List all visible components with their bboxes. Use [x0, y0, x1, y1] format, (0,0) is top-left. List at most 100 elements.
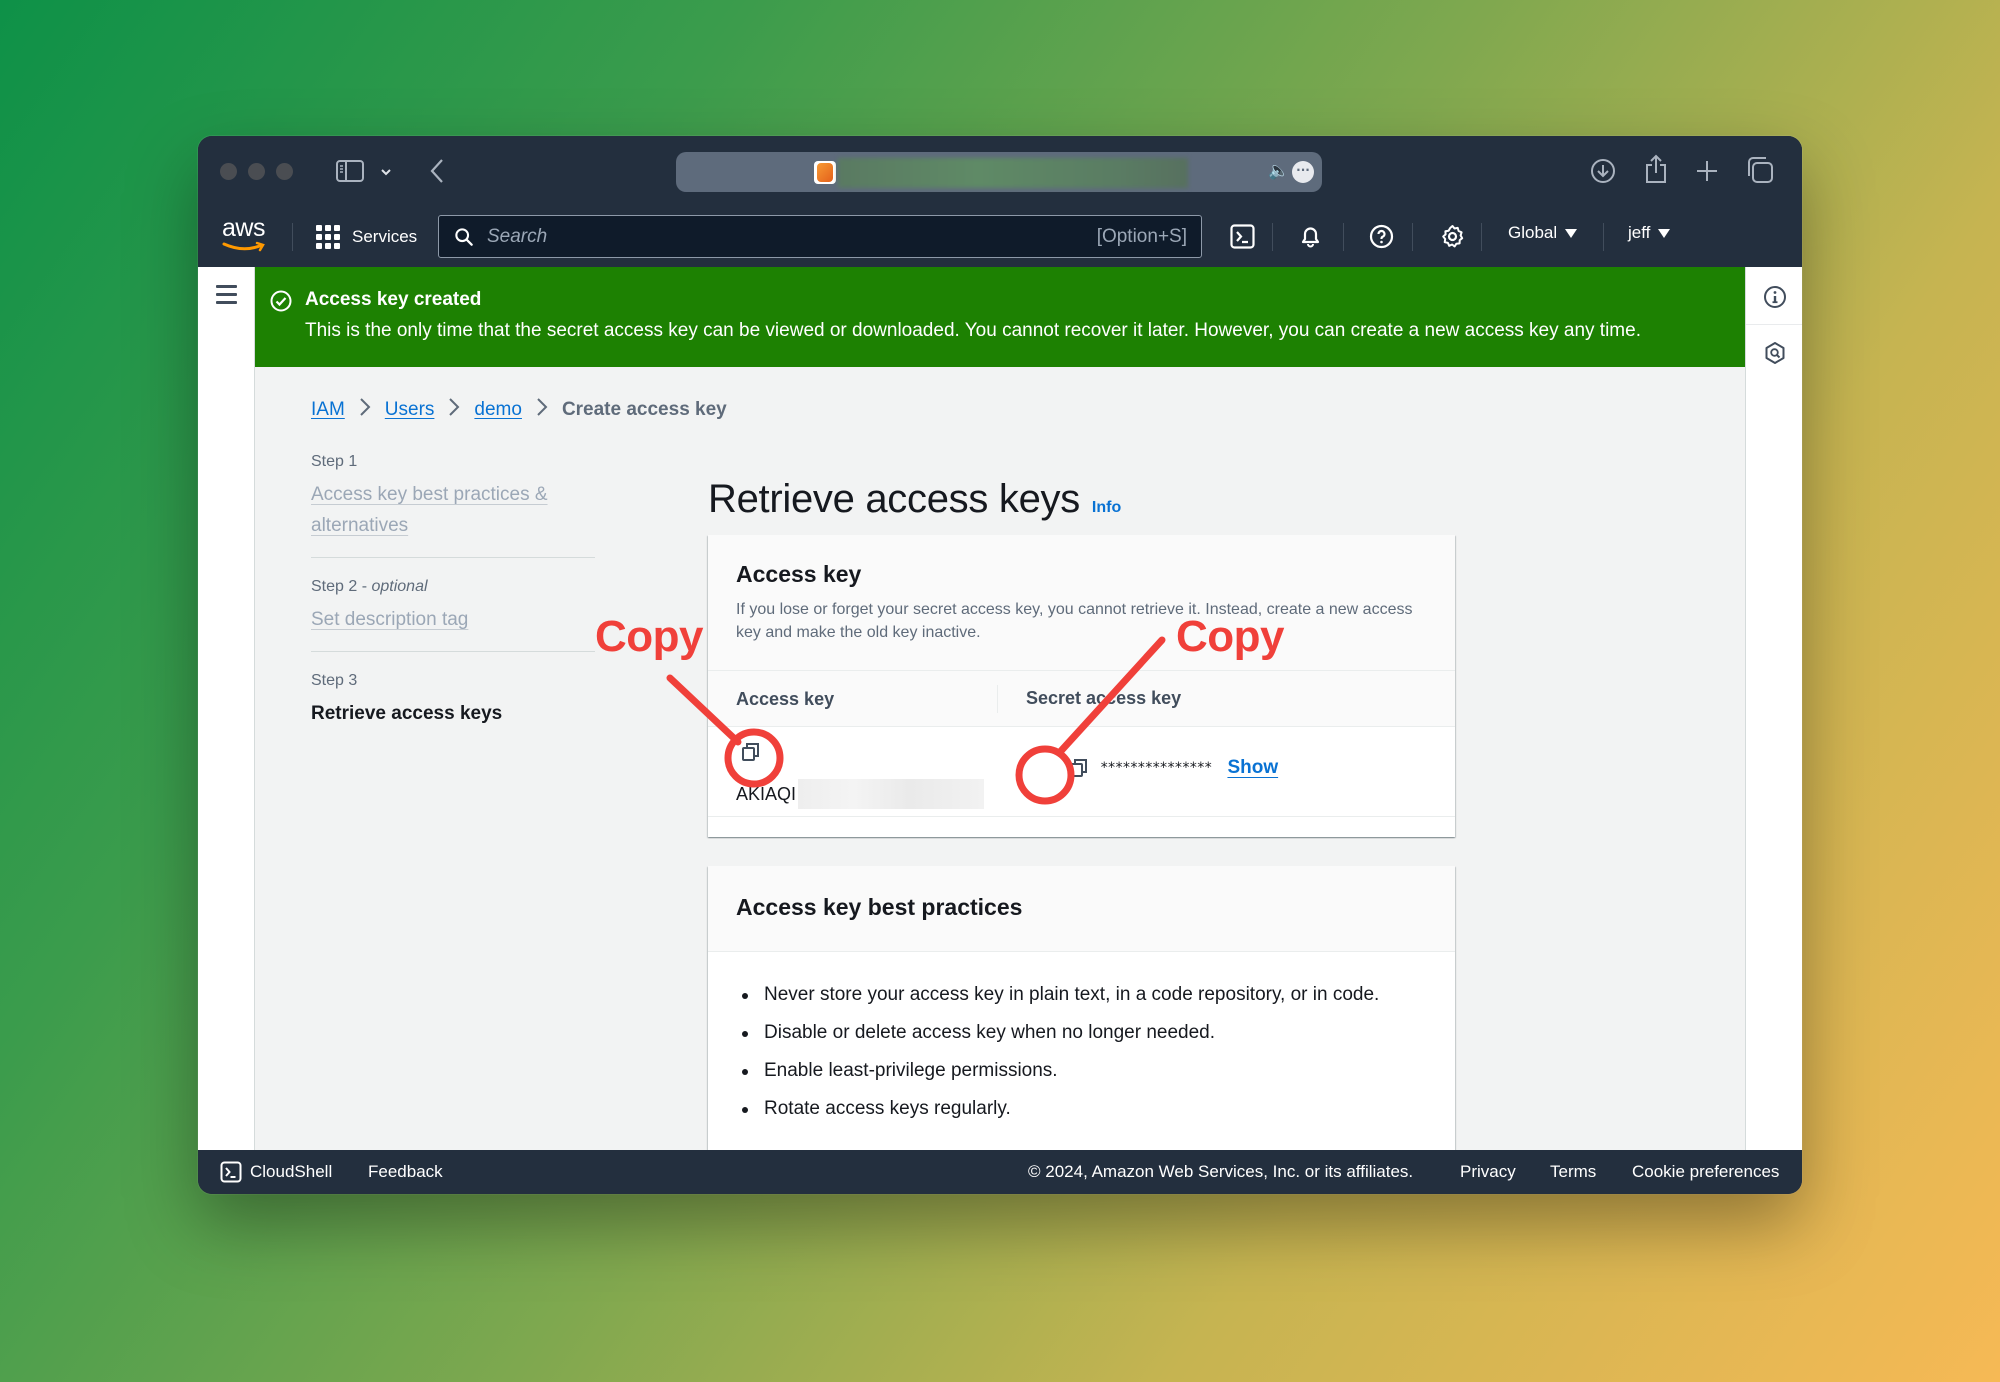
- flashbar-title: Access key created: [305, 289, 482, 310]
- address-bar[interactable]: 🔈 ···: [676, 152, 1322, 192]
- info-icon[interactable]: [1763, 285, 1787, 309]
- breadcrumb-link-users[interactable]: Users: [385, 399, 435, 421]
- aws-smile-icon: [222, 241, 265, 252]
- aws-logo[interactable]: aws: [222, 215, 266, 255]
- info-link[interactable]: Info: [1092, 499, 1121, 517]
- step-number: Step 2 - optional: [311, 578, 428, 595]
- wizard-step-2: Step 2 - optional Set description tag: [311, 578, 595, 652]
- tools-divider: [1746, 324, 1802, 325]
- breadcrumb-link-iam[interactable]: IAM: [311, 399, 345, 421]
- resource-explorer-icon[interactable]: [1763, 341, 1787, 365]
- copy-secret-key-icon[interactable]: [1068, 757, 1090, 779]
- region-label: Global: [1508, 223, 1558, 242]
- annotation-copy-label-left: Copy: [595, 612, 704, 661]
- caret-down-icon: [1658, 228, 1671, 238]
- browser-titlebar: 🔈 ···: [198, 136, 1802, 205]
- optional-label: optional: [371, 578, 428, 595]
- annotation-copy-label-right: Copy: [1176, 612, 1285, 661]
- container-description: If you lose or forget your secret access…: [736, 601, 1413, 641]
- cloudshell-icon[interactable]: [1230, 224, 1255, 249]
- secret-key-masked: ***************: [1100, 760, 1212, 776]
- sidebar-toggle-icon[interactable]: [336, 160, 364, 182]
- column-header-access-key: Access key: [708, 684, 998, 713]
- gear-icon[interactable]: [1440, 224, 1465, 249]
- new-tab-icon[interactable]: [1696, 160, 1718, 182]
- zoom-window-button[interactable]: [276, 163, 293, 180]
- container-header: Access key If you lose or forget your se…: [708, 535, 1455, 671]
- tools-panel-rail: [1745, 267, 1802, 1150]
- wizard-step-1: Step 1 Access key best practices & alter…: [311, 453, 595, 558]
- account-menu[interactable]: jeff: [1628, 223, 1671, 243]
- breadcrumb-link-demo[interactable]: demo: [474, 399, 522, 421]
- back-icon[interactable]: [430, 158, 444, 184]
- access-key-id: AKIAQI: [736, 779, 985, 809]
- feedback-link[interactable]: Feedback: [368, 1162, 443, 1182]
- access-key-redacted: [798, 779, 985, 809]
- nav-divider: [1603, 223, 1604, 251]
- step-link-description-tag[interactable]: Set description tag: [311, 604, 595, 635]
- menu-icon[interactable]: [216, 285, 237, 309]
- nav-divider: [1343, 223, 1344, 251]
- nav-divider: [1412, 223, 1413, 251]
- copyright-text: © 2024, Amazon Web Services, Inc. or its…: [1028, 1162, 1414, 1181]
- region-selector[interactable]: Global: [1508, 223, 1578, 243]
- nav-divider: [1481, 223, 1482, 251]
- show-secret-button[interactable]: Show: [1227, 757, 1278, 779]
- list-item: Disable or delete access key when no lon…: [736, 1022, 1427, 1044]
- services-label: Services: [352, 227, 418, 246]
- caret-down-icon: [1565, 228, 1578, 238]
- check-circle-icon: [270, 290, 292, 312]
- flashbar-message: This is the only time that the secret ac…: [305, 320, 1641, 341]
- download-icon[interactable]: [1590, 158, 1616, 184]
- aws-favicon-icon: [814, 161, 836, 184]
- breadcrumb: IAM Users demo Create access key: [311, 397, 727, 423]
- wizard-steps: Step 1 Access key best practices & alter…: [311, 453, 595, 765]
- close-window-button[interactable]: [220, 163, 237, 180]
- step-link-best-practices[interactable]: Access key best practices & alternatives: [311, 479, 595, 541]
- best-practices-container: Access key best practices Never store yo…: [708, 866, 1455, 1166]
- list-item: Never store your access key in plain tex…: [736, 984, 1427, 1006]
- minimize-window-button[interactable]: [248, 163, 265, 180]
- speaker-icon[interactable]: 🔈: [1268, 161, 1289, 181]
- bell-icon[interactable]: [1298, 224, 1323, 249]
- browser-window: 🔈 ··· aws Services Search [Option+S] Glo…: [198, 136, 1802, 1194]
- tab-overview-icon[interactable]: [1746, 156, 1774, 184]
- help-icon[interactable]: [1369, 224, 1394, 249]
- services-menu-button[interactable]: Services: [316, 223, 417, 251]
- step-number: Step 1: [311, 453, 358, 470]
- search-input[interactable]: [487, 225, 1097, 248]
- cookie-preferences-link[interactable]: Cookie preferences: [1632, 1162, 1779, 1182]
- access-key-container: Access key If you lose or forget your se…: [708, 535, 1455, 837]
- console-content: Access key created This is the only time…: [198, 267, 1802, 1166]
- success-flashbar: Access key created This is the only time…: [255, 267, 1745, 367]
- access-key-value: AKIAQI: [736, 783, 797, 804]
- search-box[interactable]: [Option+S]: [438, 215, 1202, 258]
- chevron-down-icon[interactable]: [380, 167, 392, 177]
- privacy-link[interactable]: Privacy: [1460, 1162, 1516, 1182]
- terms-link[interactable]: Terms: [1550, 1162, 1596, 1182]
- container-title: Access key: [736, 561, 862, 587]
- chevron-right-icon: [345, 397, 385, 423]
- copy-access-key-icon[interactable]: [740, 741, 762, 763]
- container-title: Access key best practices: [736, 894, 1023, 920]
- chevron-right-icon: [522, 397, 562, 423]
- more-options-icon[interactable]: ···: [1292, 161, 1314, 183]
- step-current-retrieve-keys: Retrieve access keys: [311, 703, 503, 724]
- search-icon: [455, 227, 473, 246]
- console-footer: CloudShell Feedback © 2024, Amazon Web S…: [198, 1150, 1802, 1194]
- side-navigation-rail: [198, 267, 255, 1150]
- cloudshell-link[interactable]: CloudShell: [250, 1162, 332, 1182]
- list-item: Enable least-privilege permissions.: [736, 1060, 1427, 1082]
- share-icon[interactable]: [1644, 154, 1668, 184]
- page-header: Retrieve access keys Info: [708, 477, 1121, 522]
- search-shortcut-hint: [Option+S]: [1096, 225, 1187, 247]
- wizard-step-3: Step 3 Retrieve access keys: [311, 672, 595, 745]
- column-header-secret-key: Secret access key: [1026, 688, 1182, 708]
- cloudshell-icon[interactable]: [220, 1161, 242, 1183]
- nav-divider: [1272, 223, 1273, 251]
- container-header: Access key best practices: [708, 866, 1455, 952]
- nav-divider: [292, 223, 293, 251]
- url-redacted: [838, 158, 1188, 188]
- grid-icon: [316, 225, 340, 249]
- chevron-right-icon: [434, 397, 474, 423]
